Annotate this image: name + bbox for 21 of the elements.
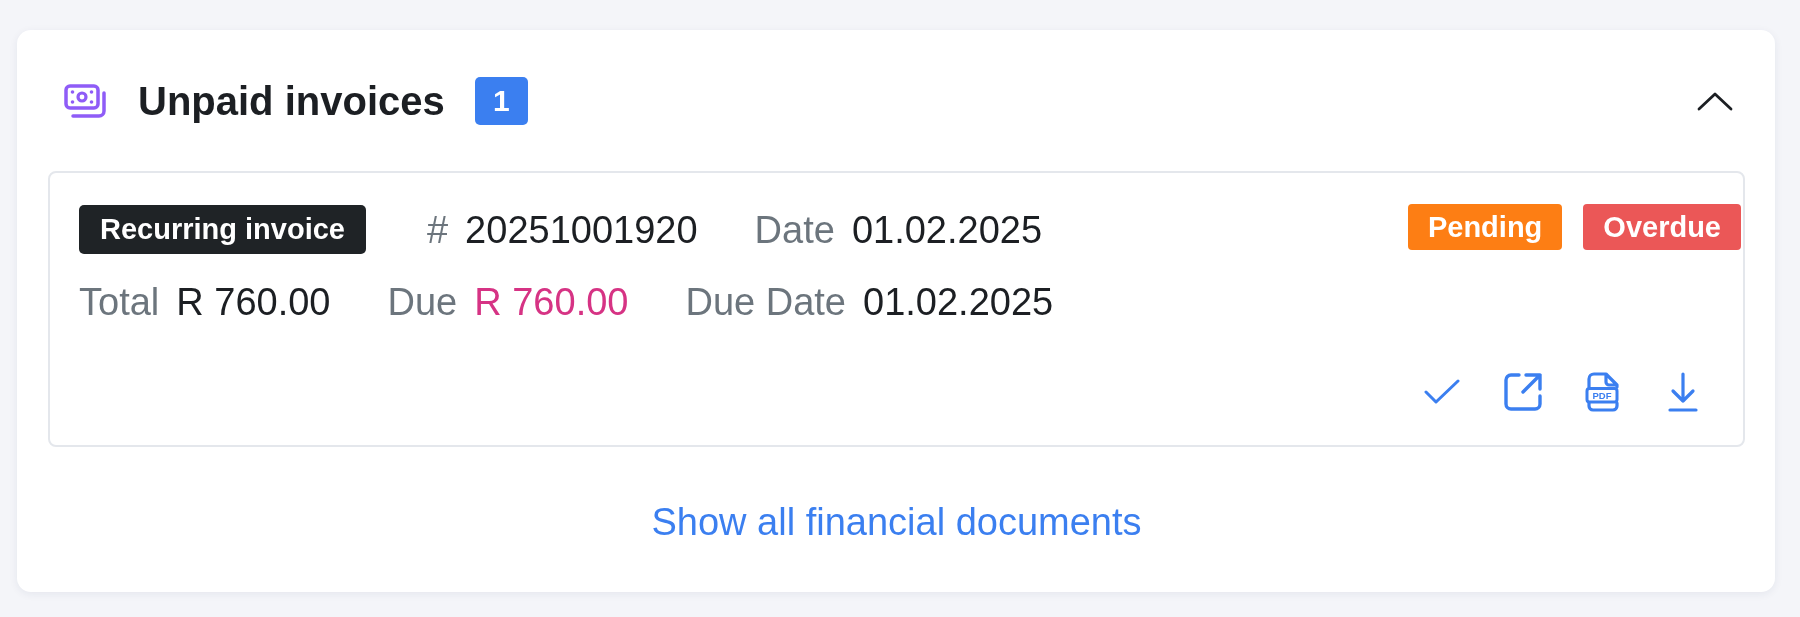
- external-link-icon[interactable]: [1504, 373, 1542, 411]
- banknotes-icon: [64, 84, 108, 118]
- field-label: Due: [387, 280, 458, 325]
- status-tag: Pending: [1407, 204, 1563, 250]
- invoice-number: 20251001920: [465, 207, 698, 253]
- field-value: 01.02.2025: [851, 207, 1043, 253]
- show-all-documents-link[interactable]: Show all financial documents: [651, 499, 1142, 545]
- field-label: Due Date: [685, 280, 846, 325]
- field-label: #: [426, 207, 449, 253]
- invoice-type-tag: Recurring invoice: [79, 205, 366, 254]
- field-value: R 760.00: [176, 280, 331, 325]
- count-badge: 1: [474, 77, 528, 125]
- amount-due-value: R 760.00: [474, 280, 629, 325]
- chevron-icon[interactable]: [1697, 91, 1733, 111]
- check-icon[interactable]: [1424, 379, 1460, 405]
- panel-title: Unpaid invoices: [138, 78, 445, 125]
- field-value: 01.02.2025: [863, 280, 1054, 325]
- field-label: Total: [79, 280, 160, 325]
- status-tag: Overdue: [1583, 204, 1741, 250]
- field-label: Date: [754, 207, 835, 253]
- download-icon[interactable]: [1668, 372, 1698, 412]
